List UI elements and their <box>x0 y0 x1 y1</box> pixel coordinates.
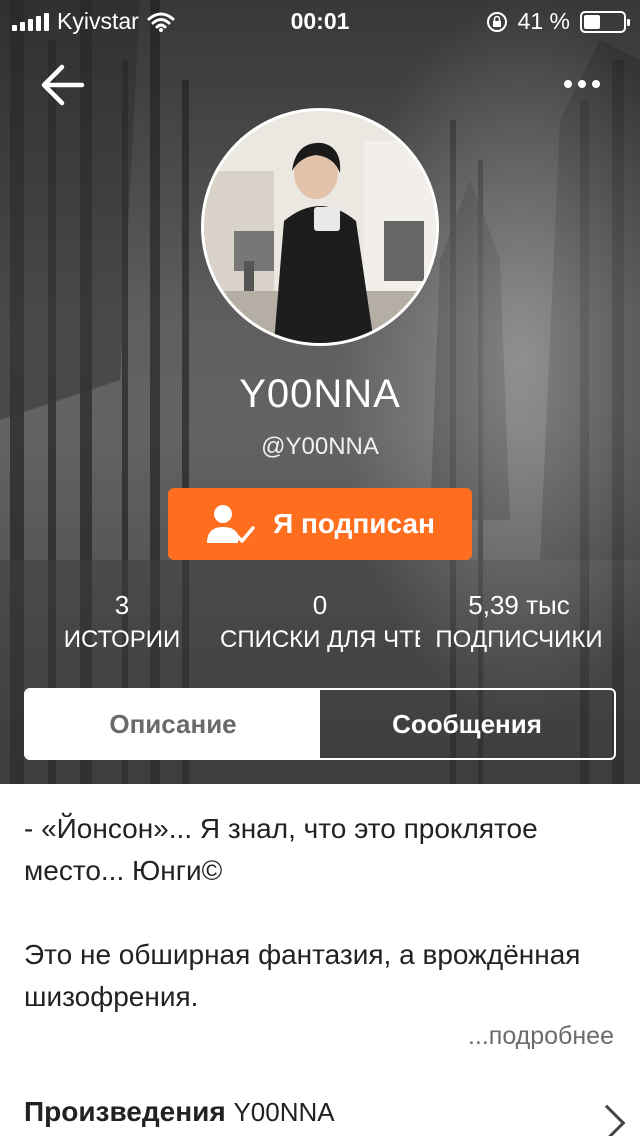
description-paragraph: - «Йонсон»... Я знал, что это проклятое … <box>24 813 538 886</box>
back-button[interactable] <box>38 62 88 108</box>
avatar-photo <box>204 111 436 343</box>
avatar[interactable] <box>201 108 439 346</box>
profile-display-name: Y00NNA <box>239 372 401 416</box>
description-paragraph: Это не обширная фантазия, а врождённая ш… <box>24 939 581 1012</box>
works-section-title[interactable]: Произведения Y00NNA <box>24 1096 335 1128</box>
following-label: Я подписан <box>273 508 435 539</box>
status-bar: Kyivstar 00:01 41 % <box>0 0 640 40</box>
profile-handle: @Y00NNA <box>261 433 379 460</box>
more-options-button[interactable] <box>550 72 600 96</box>
works-author: Y00NNA <box>233 1097 335 1127</box>
arrow-left-icon <box>41 64 85 106</box>
battery-fill <box>584 14 600 29</box>
stat-reading-lists[interactable]: 0 СПИСКИ ДЛЯ ЧТЕ <box>220 590 420 654</box>
works-title-label: Произведения <box>24 1096 226 1127</box>
stat-label: ПОДПИСЧИКИ <box>435 626 603 653</box>
stat-label: ИСТОРИИ <box>63 626 181 653</box>
profile-tabs: Описание Сообщения <box>24 688 616 760</box>
stat-stories[interactable]: 3 ИСТОРИИ <box>22 590 222 654</box>
stat-followers[interactable]: 5,39 тыс ПОДПИСЧИКИ <box>419 590 619 654</box>
user-check-icon <box>207 505 255 543</box>
rotation-lock-icon <box>486 11 507 32</box>
stat-value: 5,39 тыс <box>468 590 570 620</box>
stat-label: СПИСКИ ДЛЯ ЧТЕ <box>220 626 420 653</box>
stat-value: 3 <box>114 590 130 620</box>
chevron-right-icon[interactable] <box>588 1104 626 1136</box>
following-button[interactable]: Я подписан <box>168 488 472 560</box>
tab-messages[interactable]: Сообщения <box>320 690 614 758</box>
battery-percent: 41 % <box>517 8 570 34</box>
profile-stats: 3 ИСТОРИИ 0 СПИСКИ ДЛЯ ЧТЕ 5,39 тыс ПОДП… <box>0 590 640 660</box>
read-more-link[interactable]: ...подробнее <box>468 1022 614 1051</box>
tab-description[interactable]: Описание <box>26 690 320 758</box>
battery-icon <box>580 10 630 33</box>
more-dots-icon <box>564 80 572 88</box>
status-right: 41 % <box>486 8 630 35</box>
stat-value: 0 <box>312 590 328 620</box>
